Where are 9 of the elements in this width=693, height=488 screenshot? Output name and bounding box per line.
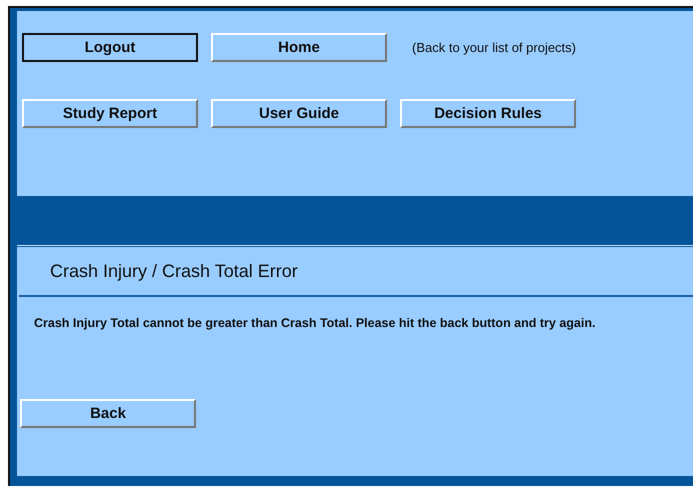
- nav-button[interactable]: Logout: [22, 33, 198, 62]
- back-button[interactable]: Back: [20, 399, 196, 428]
- hint-text: (Back to your list of projects): [412, 40, 576, 55]
- nav-button[interactable]: Decision Rules: [400, 99, 576, 128]
- nav-button[interactable]: User Guide: [211, 99, 387, 128]
- error-message: Crash Injury Total cannot be greater than Crash Total. Please hit the back button and try again.: [33, 315, 596, 330]
- nav-button[interactable]: Study Report: [22, 99, 198, 128]
- nav-button[interactable]: Home: [211, 33, 387, 62]
- error-title: Crash Injury / Crash Total Error: [19, 247, 693, 297]
